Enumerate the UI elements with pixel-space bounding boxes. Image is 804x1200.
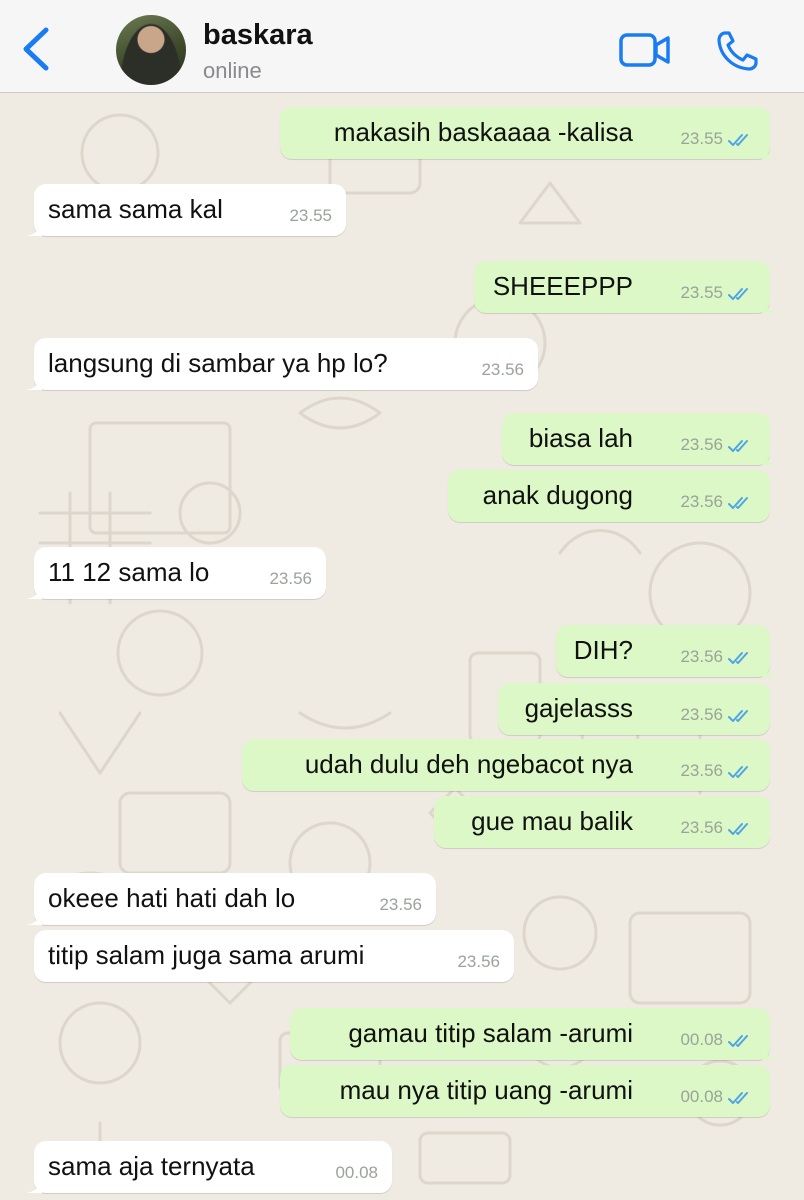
message-text: langsung di sambar ya hp lo? <box>48 348 388 378</box>
bubble-tail <box>26 1177 42 1193</box>
message-text: okeee hati hati dah lo <box>48 883 296 913</box>
bubble-tail <box>762 143 778 159</box>
message-text: mau nya titip uang -arumi <box>339 1075 633 1105</box>
chat-header: baskara online <box>0 0 804 93</box>
message-timestamp: 23.56 <box>680 818 723 837</box>
message-timestamp: 23.56 <box>457 952 500 971</box>
outgoing-message[interactable]: gamau titip salam -arumi 00.08 <box>290 1008 778 1060</box>
incoming-message[interactable]: sama aja ternyata 00.08 <box>26 1141 392 1193</box>
bubble-tail <box>762 661 778 677</box>
outgoing-message[interactable]: gajelasss 23.56 <box>498 683 770 735</box>
voice-call-button[interactable] <box>716 30 760 72</box>
bubble-tail <box>26 909 42 925</box>
message-timestamp: 23.56 <box>680 761 723 780</box>
outgoing-message[interactable]: DIH? 23.56 <box>556 625 778 677</box>
read-receipt-icon <box>728 823 748 835</box>
message-timestamp: 00.08 <box>680 1087 723 1106</box>
message-text: gamau titip salam -arumi <box>348 1018 633 1048</box>
message-text: biasa lah <box>528 423 633 453</box>
outgoing-message[interactable]: biasa lah 23.56 <box>502 413 778 465</box>
message-timestamp: 23.55 <box>680 129 723 148</box>
incoming-message[interactable]: okeee hati hati dah lo 23.56 <box>26 873 436 925</box>
incoming-message[interactable]: langsung di sambar ya hp lo? 23.56 <box>26 338 538 390</box>
contact-avatar[interactable] <box>116 15 186 85</box>
outgoing-message[interactable]: SHEEEPPP 23.55 <box>474 261 778 313</box>
read-receipt-icon <box>728 134 748 146</box>
read-receipt-icon <box>728 710 748 722</box>
message-timestamp: 00.08 <box>335 1163 378 1182</box>
message-text: SHEEEPPP <box>492 271 633 301</box>
message-text: udah dulu deh ngebacot nya <box>304 749 633 779</box>
read-receipt-icon <box>728 497 748 509</box>
bubble-tail <box>762 1044 778 1060</box>
message-timestamp: 23.56 <box>269 569 312 588</box>
video-call-icon <box>619 33 670 67</box>
phone-call-icon <box>717 31 758 71</box>
video-call-button[interactable] <box>618 30 672 70</box>
message-text: gue mau balik <box>471 806 633 836</box>
message-text: makasih baskaaaa -kalisa <box>333 117 633 147</box>
outgoing-message[interactable]: anak dugong 23.56 <box>448 470 770 522</box>
contact-status: online <box>203 58 262 83</box>
message-timestamp: 23.55 <box>289 206 332 225</box>
bubble-tail <box>26 374 42 390</box>
message-timestamp: 23.56 <box>680 647 723 666</box>
back-chevron-icon <box>23 27 49 71</box>
chat-area[interactable]: makasih baskaaaa -kalisa 23.55 sama sama k… <box>0 93 804 1200</box>
message-timestamp: 23.56 <box>680 435 723 454</box>
message-timestamp: 23.56 <box>680 492 723 511</box>
outgoing-message[interactable]: gue mau balik 23.56 <box>434 796 770 848</box>
message-text: anak dugong <box>482 480 633 510</box>
outgoing-message[interactable]: mau nya titip uang -arumi 00.08 <box>280 1065 770 1117</box>
message-timestamp: 00.08 <box>680 1030 723 1049</box>
message-timestamp: 23.55 <box>680 283 723 302</box>
incoming-message[interactable]: titip salam juga sama arumi 23.56 <box>34 930 514 982</box>
read-receipt-icon <box>728 440 748 452</box>
read-receipt-icon <box>728 766 748 778</box>
message-text: titip salam juga sama arumi <box>48 940 365 970</box>
message-timestamp: 23.56 <box>481 360 524 379</box>
message-text: DIH? <box>573 635 633 665</box>
message-timestamp: 23.56 <box>379 895 422 914</box>
contact-name[interactable]: baskara <box>203 19 313 52</box>
bubble-tail <box>762 449 778 465</box>
message-text: sama sama kal <box>48 194 223 224</box>
message-text: 11 12 sama lo <box>48 557 210 587</box>
read-receipt-icon <box>728 1092 748 1104</box>
incoming-message[interactable]: sama sama kal 23.55 <box>26 184 346 236</box>
message-text: sama aja ternyata <box>48 1151 255 1181</box>
outgoing-message[interactable]: makasih baskaaaa -kalisa 23.55 <box>280 107 778 159</box>
outgoing-message[interactable]: udah dulu deh ngebacot nya 23.56 <box>242 739 770 791</box>
read-receipt-icon <box>728 652 748 664</box>
read-receipt-icon <box>728 1035 748 1047</box>
back-button[interactable] <box>18 26 58 72</box>
message-timestamp: 23.56 <box>680 705 723 724</box>
incoming-message[interactable]: 11 12 sama lo 23.56 <box>26 547 326 599</box>
message-text: gajelasss <box>524 693 633 723</box>
read-receipt-icon <box>728 288 748 300</box>
bubble-tail <box>26 220 42 236</box>
bubble-tail <box>26 583 42 599</box>
bubble-tail <box>762 297 778 313</box>
